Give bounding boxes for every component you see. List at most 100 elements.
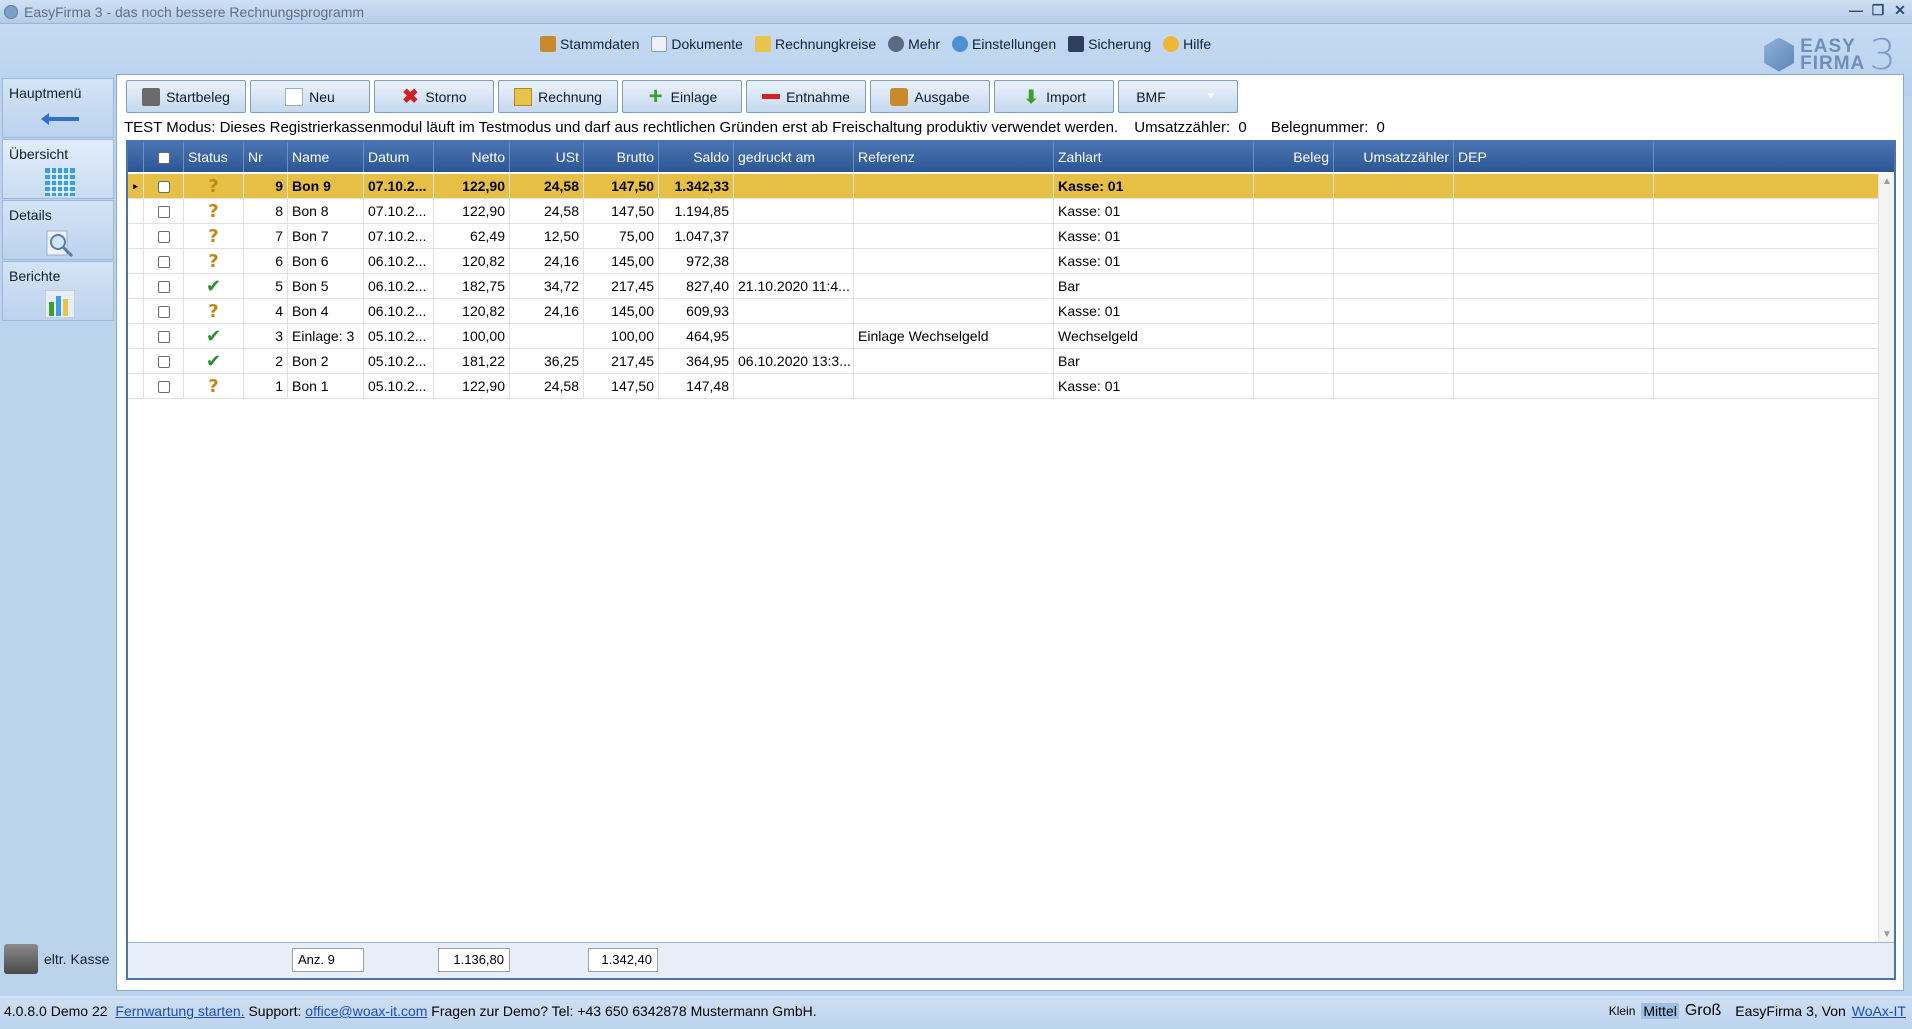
column-header-dep[interactable]: DEP — [1454, 142, 1654, 172]
table-row[interactable]: ✔ 5 Bon 5 06.10.2... 182,75 34,72 217,45 827,40… — [128, 274, 1894, 299]
scroll-up-icon[interactable]: ▲ — [1882, 176, 1892, 187]
cell-netto: 62,49 — [434, 224, 510, 249]
cell-dep — [1454, 374, 1654, 399]
row-indicator: ▸ — [128, 174, 144, 199]
support-email-link[interactable]: office@woax-it.com — [305, 1003, 427, 1019]
table-row[interactable]: ✔ 3 Einlage: 3 05.10.2... 100,00 100,00 464,95… — [128, 324, 1894, 349]
cell-saldo: 609,93 — [659, 299, 734, 324]
woax-link[interactable]: WoAx-IT — [1852, 1003, 1906, 1019]
column-header-saldo[interactable]: Saldo — [659, 142, 734, 172]
startbeleg-button[interactable]: Startbeleg — [126, 80, 246, 113]
row-checkbox[interactable] — [144, 174, 184, 199]
column-header-datum[interactable]: Datum — [364, 142, 434, 172]
minimize-button[interactable]: — — [1848, 2, 1864, 19]
column-header-brutto[interactable]: Brutto — [584, 142, 659, 172]
row-indicator — [128, 374, 144, 399]
cell-ust: 24,16 — [510, 249, 584, 274]
cell-ust: 24,58 — [510, 174, 584, 199]
cell-umsatz — [1334, 374, 1454, 399]
neu-button[interactable]: Neu — [250, 80, 370, 113]
column-header-name[interactable]: Name — [288, 142, 364, 172]
row-checkbox[interactable] — [144, 299, 184, 324]
menu-rechnungkreise[interactable]: Rechnungkreise — [754, 36, 876, 52]
button-label: Entnahme — [786, 88, 850, 105]
row-checkbox[interactable] — [144, 274, 184, 299]
elektr-kasse[interactable]: eltr. Kasse — [4, 944, 109, 974]
cell-dep — [1454, 224, 1654, 249]
column-header-netto[interactable]: Netto — [434, 142, 510, 172]
sidebar-item-uebersicht[interactable]: Übersicht — [2, 139, 114, 199]
menu-stammdaten[interactable]: Stammdaten — [540, 36, 639, 52]
app-icon — [4, 4, 18, 19]
vertical-scrollbar[interactable]: ▲ ▼ — [1878, 174, 1894, 942]
cell-datum: 07.10.2... — [364, 224, 434, 249]
sidebar-item-berichte[interactable]: Berichte — [2, 261, 114, 321]
size-small-option[interactable]: Klein — [1609, 1004, 1636, 1018]
storno-button[interactable]: ✖ Storno — [374, 80, 494, 113]
ausgabe-button[interactable]: Ausgabe — [870, 80, 990, 113]
cell-ust: 24,16 — [510, 299, 584, 324]
table-row[interactable]: ? 6 Bon 6 06.10.2... 120,82 24,16 145,00 972,38… — [128, 249, 1894, 274]
cell-netto: 182,75 — [434, 274, 510, 299]
import-button[interactable]: ⬇ Import — [994, 80, 1114, 113]
cell-filler — [1654, 274, 1894, 299]
size-large-option[interactable]: Groß — [1685, 1002, 1721, 1020]
table-row[interactable]: ✔ 2 Bon 2 05.10.2... 181,22 36,25 217,45 364,95… — [128, 349, 1894, 374]
column-header-gedruckt[interactable]: gedruckt am — [734, 142, 854, 172]
row-checkbox[interactable] — [144, 199, 184, 224]
bmf-dropdown-button[interactable]: BMF ▼ — [1118, 80, 1238, 113]
cell-dep — [1454, 274, 1654, 299]
cell-netto: 120,82 — [434, 299, 510, 324]
cell-filler — [1654, 374, 1894, 399]
sidebar-item-hauptmenu[interactable]: Hauptmenü — [2, 78, 114, 138]
row-checkbox[interactable] — [144, 349, 184, 374]
sidebar-item-details[interactable]: Details — [2, 200, 114, 260]
column-header-nr[interactable]: Nr — [244, 142, 288, 172]
rechnung-button[interactable]: Rechnung — [498, 80, 618, 113]
size-medium-option[interactable]: Mittel — [1641, 1003, 1679, 1019]
column-header-status[interactable]: Status — [184, 142, 244, 172]
table-row[interactable]: ? 4 Bon 4 06.10.2... 120,82 24,16 145,00 609,93… — [128, 299, 1894, 324]
version-text: 4.0.8.0 Demo 22 — [4, 1003, 108, 1019]
cell-datum: 05.10.2... — [364, 374, 434, 399]
row-checkbox[interactable] — [144, 324, 184, 349]
demo-text: Fragen zur Demo? Tel: +43 650 6342878 Mu… — [431, 1003, 817, 1019]
cell-beleg — [1254, 249, 1334, 274]
button-label: Rechnung — [538, 88, 602, 105]
select-all-checkbox[interactable] — [144, 142, 184, 172]
cell-umsatz — [1334, 199, 1454, 224]
fernwartung-link[interactable]: Fernwartung starten. — [115, 1003, 244, 1019]
close-button[interactable]: ✕ — [1892, 2, 1908, 19]
cell-filler — [1654, 224, 1894, 249]
column-header-filler — [1654, 142, 1894, 172]
row-checkbox[interactable] — [144, 224, 184, 249]
menu-hilfe[interactable]: Hilfe — [1163, 36, 1211, 52]
menu-mehr[interactable]: Mehr — [888, 36, 940, 52]
row-checkbox[interactable] — [144, 374, 184, 399]
menu-dokumente[interactable]: Dokumente — [651, 36, 743, 52]
restore-button[interactable]: ❐ — [1870, 2, 1886, 19]
column-header-zahlart[interactable]: Zahlart — [1054, 142, 1254, 172]
table-row[interactable]: ? 1 Bon 1 05.10.2... 122,90 24,58 147,50 147,48… — [128, 374, 1894, 399]
menu-einstellungen[interactable]: Einstellungen — [952, 36, 1056, 52]
row-checkbox[interactable] — [144, 249, 184, 274]
column-header-beleg[interactable]: Beleg — [1254, 142, 1334, 172]
cell-ust — [510, 324, 584, 349]
stammdaten-icon — [540, 36, 556, 52]
column-header-ust[interactable]: USt — [510, 142, 584, 172]
table-row[interactable]: ▸? 9 Bon 9 07.10.2... 122,90 24,58 147,50 1.342… — [128, 174, 1894, 199]
sidebar-item-label: Details — [9, 207, 52, 223]
table-row[interactable]: ? 7 Bon 7 07.10.2... 62,49 12,50 75,00 1.047,37… — [128, 224, 1894, 249]
test-mode-info: TEST Modus: Dieses Registrierkassenmodul… — [124, 119, 1397, 136]
cell-saldo: 364,95 — [659, 349, 734, 374]
scroll-down-icon[interactable]: ▼ — [1882, 929, 1892, 940]
column-header-referenz[interactable]: Referenz — [854, 142, 1054, 172]
cell-referenz — [854, 199, 1054, 224]
einlage-button[interactable]: + Einlage — [622, 80, 742, 113]
cell-filler — [1654, 249, 1894, 274]
entnahme-button[interactable]: Entnahme — [746, 80, 866, 113]
menu-sicherung[interactable]: Sicherung — [1068, 36, 1151, 52]
column-header-umsatzzaehler[interactable]: Umsatzzähler — [1334, 142, 1454, 172]
easyfirma-logo: EASY FIRMA 3 — [1764, 30, 1896, 79]
table-row[interactable]: ? 8 Bon 8 07.10.2... 122,90 24,58 147,50 1.194,… — [128, 199, 1894, 224]
